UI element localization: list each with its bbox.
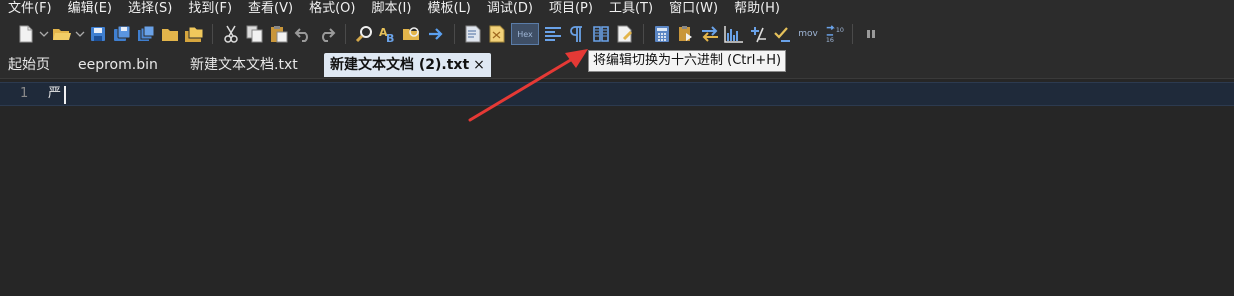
annotation-arrow-icon [468, 49, 588, 122]
